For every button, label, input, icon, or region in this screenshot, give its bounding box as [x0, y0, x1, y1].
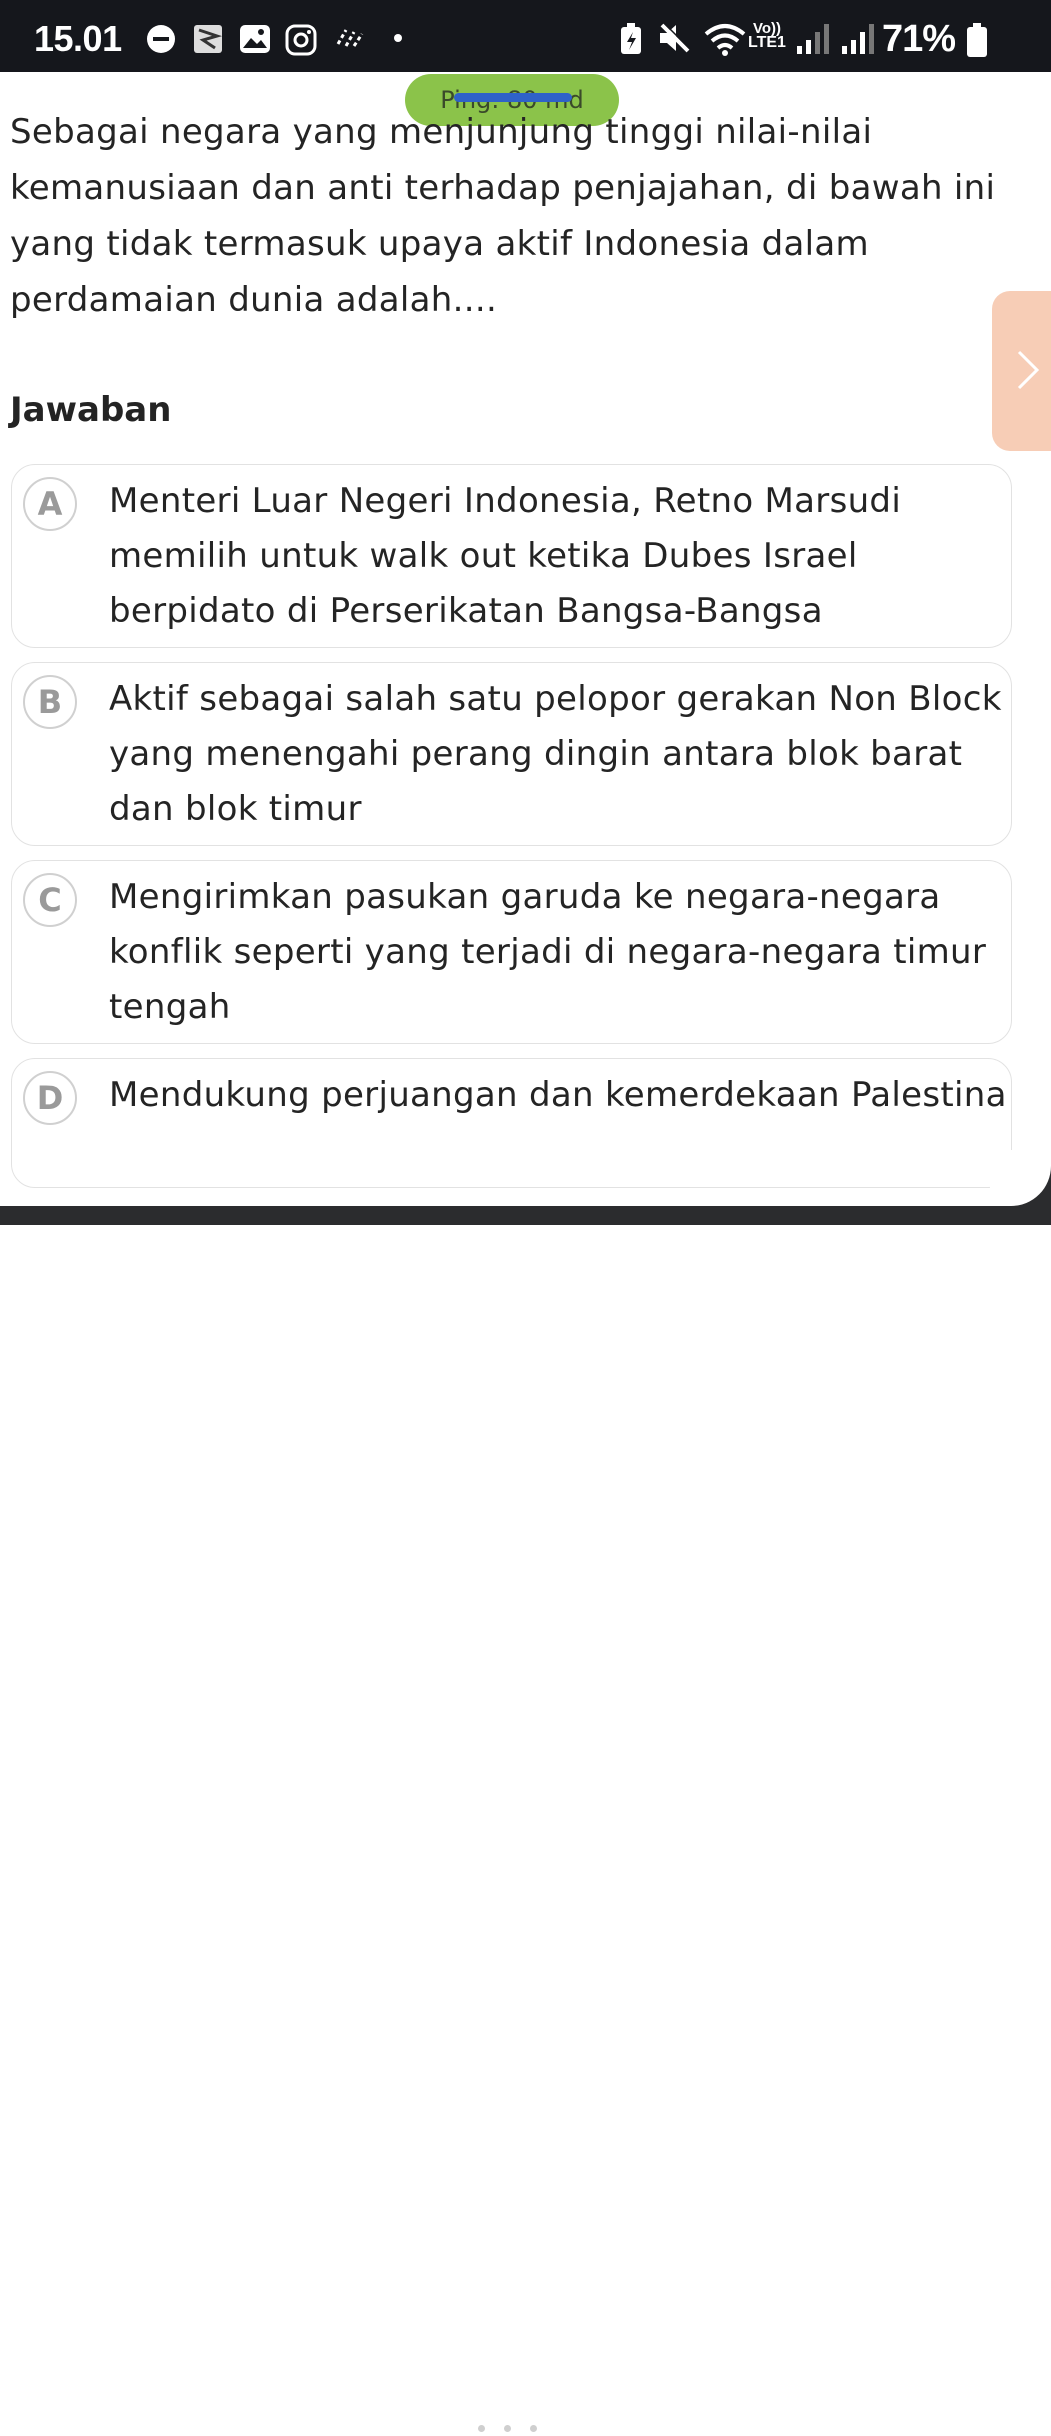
question-text: Sebagai negara yang menjunjung tinggi ni… — [10, 112, 996, 320]
signal-icon — [797, 24, 829, 54]
screen-corner — [990, 1150, 1051, 1206]
answer-heading: Jawaban — [10, 390, 172, 430]
gallery-icon — [240, 25, 270, 53]
instagram-icon — [285, 24, 317, 56]
answer-option-d[interactable]: D Mendukung perjuangan dan kemerdekaan P… — [11, 1058, 1012, 1188]
lte-label: LTE1 — [748, 34, 786, 51]
app-thumbnail-icon — [194, 25, 223, 53]
sparkle-icon — [336, 29, 364, 47]
page-dots-icon — [478, 2417, 556, 2436]
wifi-icon — [704, 24, 746, 56]
battery-saver-icon — [621, 23, 641, 54]
signal-icon — [842, 24, 874, 54]
battery-percent: 71% — [882, 18, 956, 60]
option-letter-badge: A — [23, 477, 77, 531]
chevron-right-icon — [1017, 350, 1040, 390]
option-text: Mengirimkan pasukan garuda ke negara-neg… — [109, 877, 987, 1027]
status-time: 15.01 — [34, 18, 122, 59]
mute-icon — [660, 22, 691, 53]
battery-icon — [967, 23, 987, 57]
network-indicator: Vo)) LTE1 — [748, 21, 786, 51]
option-letter-badge: D — [23, 1071, 77, 1125]
option-text: Aktif sebagai salah satu pelopor gerakan… — [109, 679, 1002, 829]
next-question-tab[interactable] — [992, 291, 1051, 451]
option-text: Menteri Luar Negeri Indonesia, Retno Mar… — [109, 481, 902, 631]
minus-circle-icon — [147, 25, 175, 53]
option-letter-badge: C — [23, 873, 77, 927]
option-letter-badge: B — [23, 675, 77, 729]
status-bar: 15.01 Vo)) LTE1 71% — [0, 0, 1051, 72]
answer-option-a[interactable]: A Menteri Luar Negeri Indonesia, Retno M… — [11, 464, 1012, 648]
answer-option-b[interactable]: B Aktif sebagai salah satu pelopor gerak… — [11, 662, 1012, 846]
dot-icon — [394, 34, 402, 42]
option-text: Mendukung perjuangan dan kemerdekaan Pal… — [109, 1075, 1007, 1115]
answer-option-c[interactable]: C Mengirimkan pasukan garuda ke negara-n… — [11, 860, 1012, 1044]
navigation-bar — [0, 1206, 1051, 2432]
ping-highlight-bar — [454, 93, 572, 102]
